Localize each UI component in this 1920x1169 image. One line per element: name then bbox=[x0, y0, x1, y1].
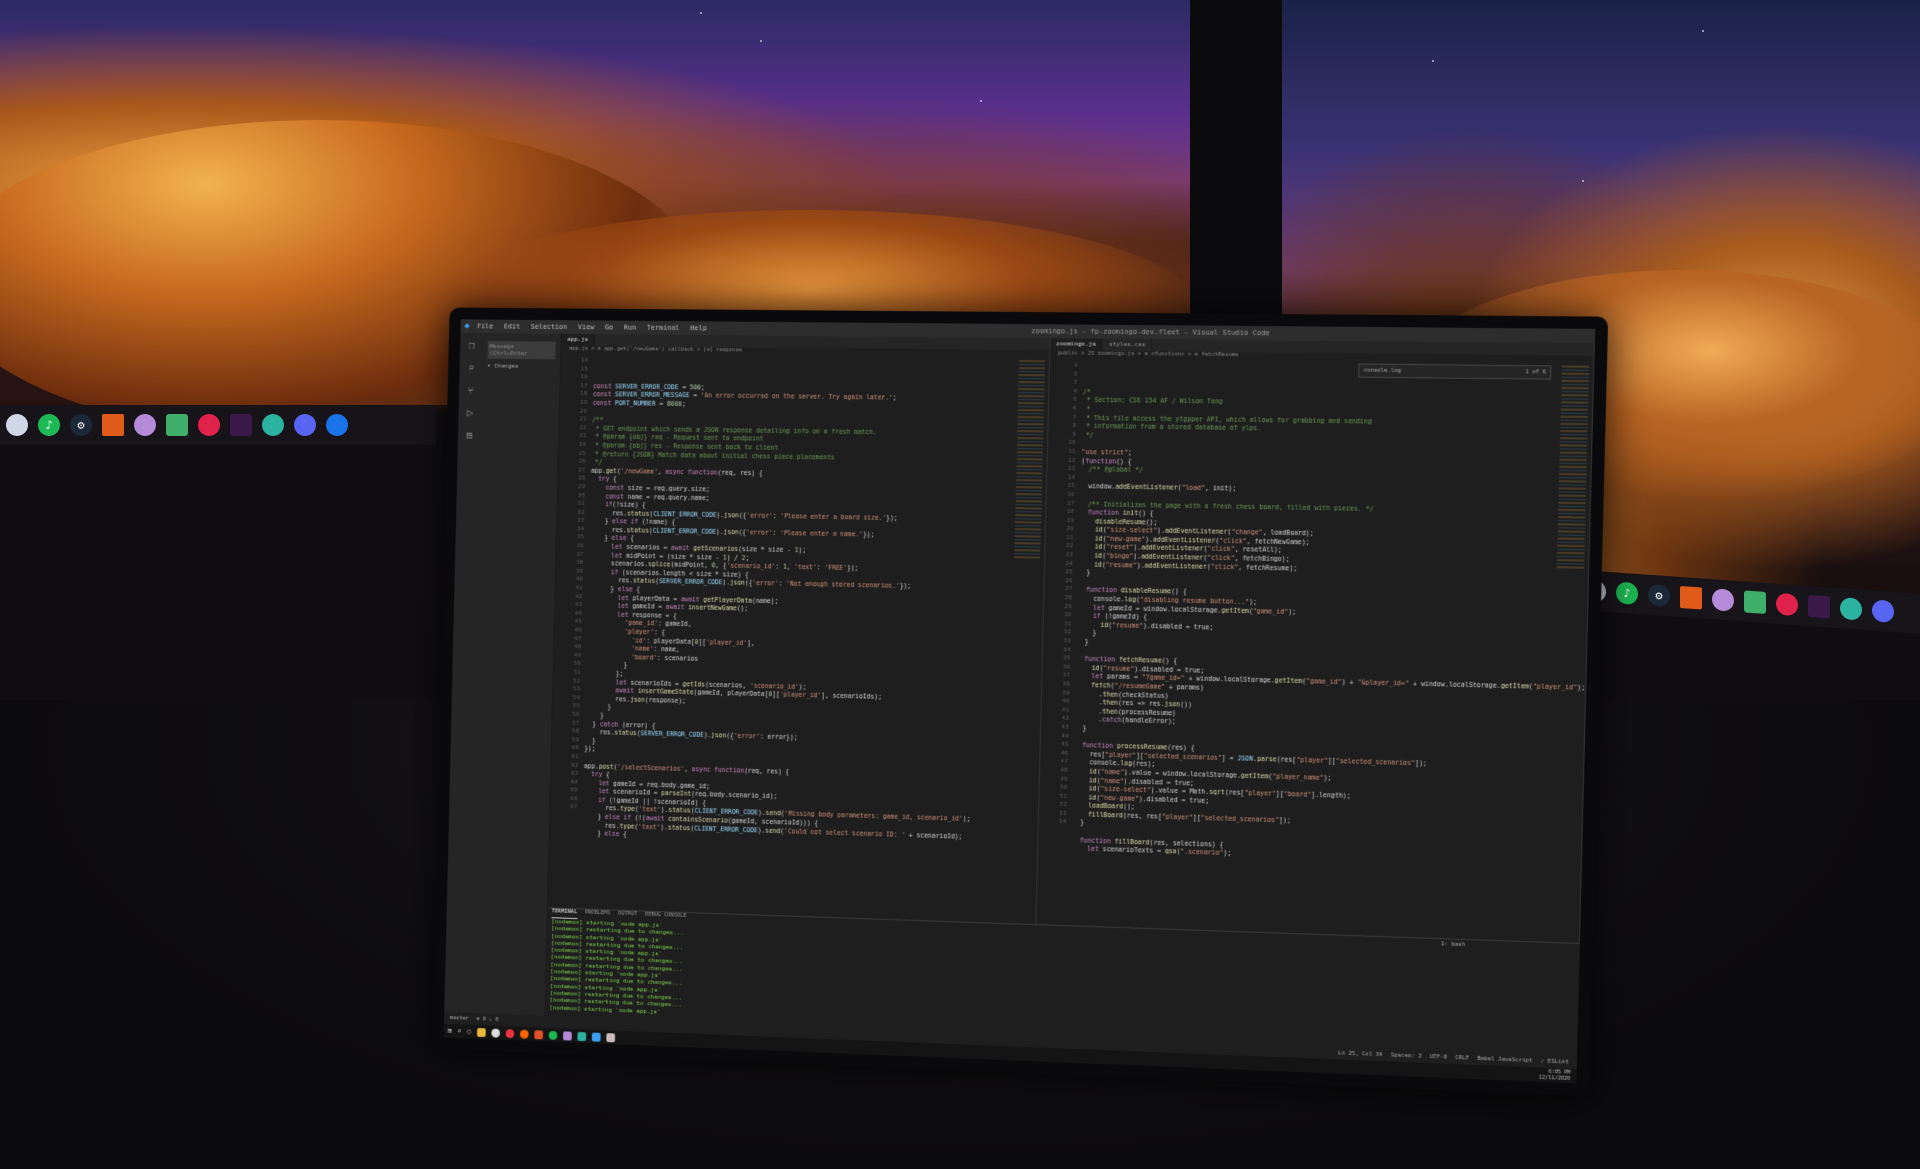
arrow-app-icon[interactable] bbox=[102, 414, 124, 436]
menu-file[interactable]: File bbox=[477, 322, 493, 330]
steam-icon[interactable]: ⚙ bbox=[70, 414, 92, 436]
branch-indicator[interactable]: master bbox=[450, 1015, 469, 1022]
windows-start-icon[interactable]: ⊞ bbox=[448, 1027, 452, 1035]
editor-tab[interactable]: app.js bbox=[561, 333, 595, 346]
twitch-icon[interactable] bbox=[230, 414, 252, 436]
teal-app-icon[interactable] bbox=[262, 414, 284, 436]
editor-tab[interactable]: styles.css bbox=[1102, 338, 1153, 352]
spotify-icon[interactable] bbox=[548, 1030, 558, 1040]
red-app-icon[interactable] bbox=[1776, 592, 1798, 617]
find-count: 1 of 6 bbox=[1525, 369, 1547, 376]
notes-icon[interactable] bbox=[605, 1032, 615, 1042]
cloud-icon[interactable] bbox=[6, 414, 28, 436]
system-clock[interactable]: 6:05 PM 12/11/2020 bbox=[1539, 1068, 1571, 1082]
twitch-icon[interactable] bbox=[1808, 594, 1830, 619]
purple-app-icon[interactable] bbox=[134, 414, 156, 436]
extensions-icon[interactable]: ⊞ bbox=[466, 429, 473, 442]
laptop: ◆ File Edit Selection View Go Run Termin… bbox=[432, 307, 1609, 1097]
steam-icon[interactable]: ⚙ bbox=[1648, 583, 1670, 608]
teal-app-icon[interactable] bbox=[577, 1031, 586, 1041]
teal-app-icon[interactable] bbox=[1840, 597, 1862, 621]
menu-help[interactable]: Help bbox=[690, 324, 707, 332]
menu-view[interactable]: View bbox=[578, 323, 594, 331]
purple-app-icon[interactable] bbox=[562, 1030, 572, 1041]
terminal-panel[interactable]: TERMINAL PROBLEMS OUTPUT DEBUG CONSOLE [… bbox=[545, 907, 899, 1030]
spotify-icon[interactable]: ♪ bbox=[38, 414, 60, 436]
red-app-icon[interactable] bbox=[198, 414, 220, 436]
menu-go[interactable]: Go bbox=[605, 323, 613, 331]
discord-icon[interactable] bbox=[1872, 599, 1894, 623]
minimap[interactable] bbox=[1556, 365, 1590, 571]
encoding[interactable]: UTF-8 bbox=[1430, 1054, 1447, 1061]
photo-scene: ♪ ⚙ ♪ ⚙ ◆ File Edit Selection View Go Ru… bbox=[0, 0, 1920, 1169]
minecraft-icon[interactable] bbox=[166, 414, 188, 436]
find-input[interactable]: console.log bbox=[1363, 368, 1401, 374]
arrow-app-icon[interactable] bbox=[1680, 585, 1702, 610]
eslint-status[interactable]: ✓ ESLint bbox=[1541, 1058, 1569, 1065]
explorer-icon[interactable]: ❐ bbox=[468, 339, 475, 352]
tab-output[interactable]: OUTPUT bbox=[618, 911, 637, 921]
language-mode[interactable]: Babel JavaScript bbox=[1477, 1056, 1532, 1064]
menu-run[interactable]: Run bbox=[624, 324, 636, 332]
terminal-shell-select[interactable]: 1: bash bbox=[1441, 941, 1465, 948]
run-debug-icon[interactable]: ▷ bbox=[467, 406, 474, 419]
brave-icon[interactable] bbox=[533, 1029, 543, 1039]
spotify-icon[interactable]: ♪ bbox=[1616, 581, 1638, 606]
line-ending[interactable]: CRLF bbox=[1455, 1055, 1469, 1062]
vscode-taskbar-icon[interactable] bbox=[591, 1032, 601, 1042]
purple-app-icon[interactable] bbox=[1712, 588, 1734, 612]
blue-app-icon[interactable] bbox=[326, 414, 348, 436]
window-title: zoomingo.js - fp-zoomingo-dev.fleet - Vi… bbox=[1031, 327, 1270, 338]
discord-icon[interactable] bbox=[294, 414, 316, 436]
cortana-icon[interactable]: ○ bbox=[467, 1028, 471, 1036]
left-monitor-taskbar: ♪ ⚙ bbox=[0, 405, 436, 445]
menu-terminal[interactable]: Terminal bbox=[647, 324, 680, 332]
vscode-logo-icon: ◆ bbox=[464, 321, 470, 332]
indentation[interactable]: Spaces: 2 bbox=[1391, 1052, 1422, 1059]
cursor-position[interactable]: Ln 25, Col 34 bbox=[1338, 1050, 1382, 1058]
find-widget[interactable]: console.log 1 of 6 bbox=[1358, 363, 1552, 380]
terminal-output[interactable]: [nodemon] starting `node app.js` [nodemon… bbox=[545, 918, 897, 1025]
chrome-icon[interactable] bbox=[505, 1028, 515, 1038]
source-control-icon[interactable]: ⑂ bbox=[467, 384, 474, 397]
laptop-screen: ◆ File Edit Selection View Go Run Termin… bbox=[443, 319, 1596, 1084]
menu-bar: File Edit Selection View Go Run Terminal… bbox=[477, 322, 714, 332]
clock-date: 12/11/2020 bbox=[1538, 1074, 1571, 1083]
monitor-bezel bbox=[1190, 0, 1282, 340]
search-icon[interactable]: ⌕ bbox=[468, 361, 475, 374]
menu-edit[interactable]: Edit bbox=[504, 323, 520, 331]
commit-message-input[interactable]: Message (Ctrl+Enter bbox=[487, 341, 556, 360]
menu-selection[interactable]: Selection bbox=[531, 323, 568, 331]
firefox-icon[interactable] bbox=[519, 1029, 529, 1039]
editor-tab[interactable]: zoomingo.js bbox=[1049, 338, 1104, 351]
problems-indicator[interactable]: ⊗ 0 ⚠ 0 bbox=[476, 1016, 498, 1023]
file-explorer-icon[interactable] bbox=[476, 1027, 486, 1037]
settings-icon[interactable] bbox=[490, 1028, 500, 1038]
minecraft-icon[interactable] bbox=[1744, 590, 1766, 614]
minimap[interactable] bbox=[1013, 360, 1045, 561]
search-icon[interactable]: ⌕ bbox=[457, 1027, 461, 1035]
changes-section[interactable]: ▾ Changes bbox=[487, 363, 555, 371]
